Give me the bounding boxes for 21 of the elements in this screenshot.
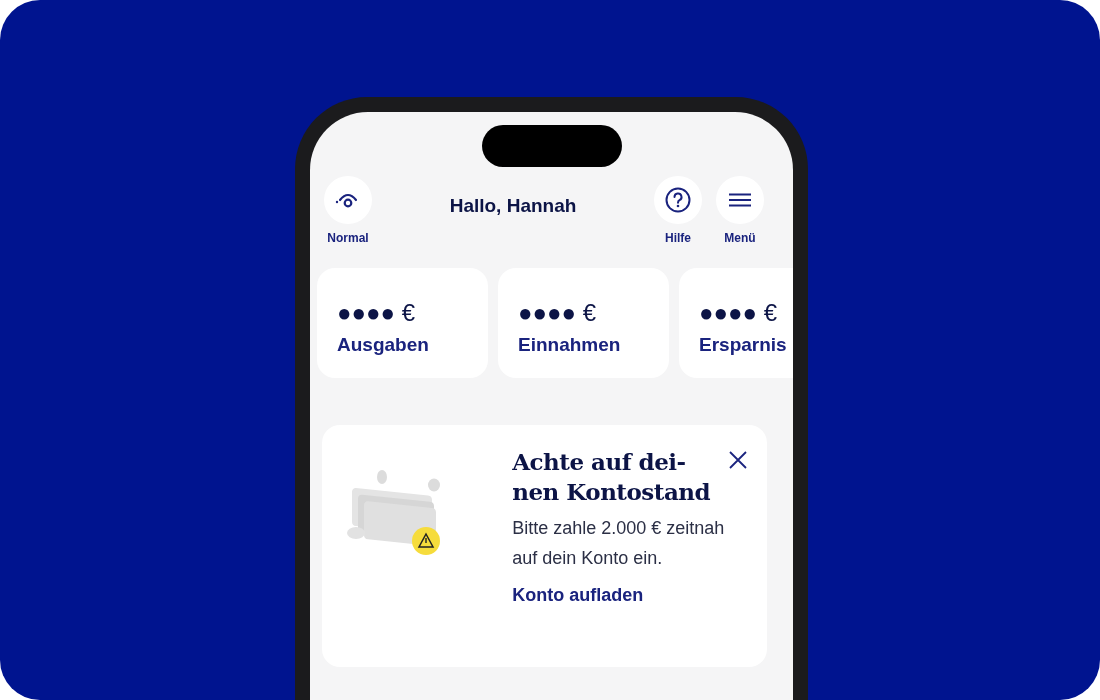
- help-button[interactable]: [654, 176, 702, 224]
- action-label: Hilfe: [665, 230, 691, 247]
- summary-card[interactable]: ●●●● € Einnahmen: [498, 268, 669, 378]
- summary-card[interactable]: ●●●● € Ausgaben: [317, 268, 488, 378]
- menu-button[interactable]: [716, 176, 764, 224]
- card-label: Ersparnis: [699, 333, 788, 357]
- hidden-amount: ●●●● €: [337, 301, 416, 325]
- help-icon: [665, 187, 691, 213]
- action-label: Menü: [724, 230, 756, 247]
- card-label: Einnahmen: [518, 333, 622, 357]
- card-label: Ausgaben: [337, 333, 430, 357]
- alert-title: Achte auf dei- nen Kontostand: [512, 447, 712, 507]
- greeting-title: Hallo, Hannah: [448, 194, 578, 218]
- alert-message: Bitte zahle 2.000 € zeitnah auf dein Konto ein.: [512, 516, 726, 571]
- menu-icon: [728, 193, 752, 207]
- top-up-link[interactable]: Konto aufladen: [512, 581, 644, 609]
- action-label: Normal: [327, 230, 369, 247]
- eye-button[interactable]: [324, 176, 372, 224]
- hidden-amount: ●●●● €: [699, 301, 778, 325]
- summary-card[interactable]: ●●●● € Ersparnis: [679, 268, 793, 378]
- hidden-amount: ●●●● €: [518, 301, 597, 325]
